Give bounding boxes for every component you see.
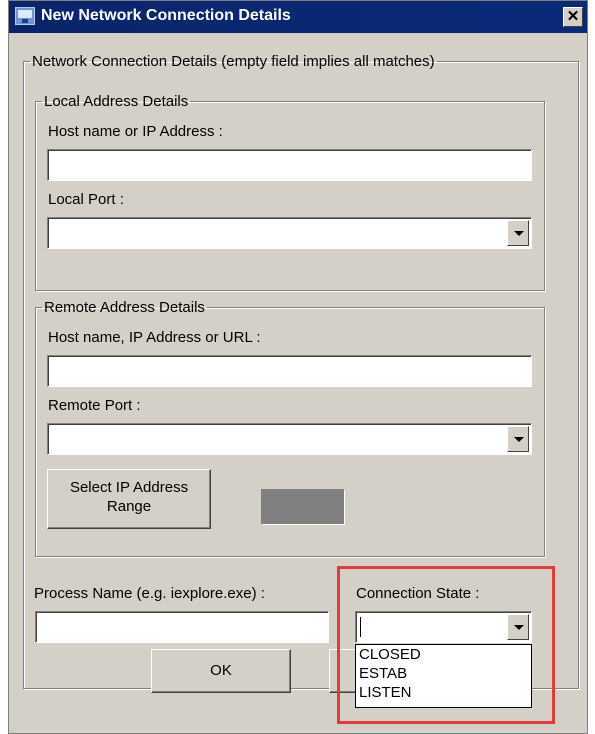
local-host-input[interactable] <box>47 149 532 181</box>
remote-port-combo[interactable] <box>47 423 532 455</box>
local-host-label: Host name or IP Address : <box>48 123 223 140</box>
network-monitor-icon <box>15 7 35 25</box>
chevron-down-icon <box>514 437 524 442</box>
local-port-dropdown-button[interactable] <box>507 220 529 246</box>
remote-port-label: Remote Port : <box>48 397 141 414</box>
remote-host-input[interactable] <box>47 355 532 387</box>
process-name-input[interactable] <box>35 611 329 643</box>
chevron-down-icon <box>514 231 524 236</box>
title-bar[interactable]: New Network Connection Details ✕ <box>9 1 587 33</box>
ip-range-color-swatch <box>261 489 345 525</box>
window-title: New Network Connection Details <box>41 7 291 24</box>
local-port-label: Local Port : <box>48 191 124 208</box>
highlight-box <box>337 566 555 724</box>
network-connection-details-legend: Network Connection Details (empty field … <box>32 53 435 70</box>
dialog-window: New Network Connection Details ✕ Network… <box>8 0 588 734</box>
remote-host-label: Host name, IP Address or URL : <box>48 329 261 346</box>
ok-button[interactable]: OK <box>151 649 291 693</box>
remote-address-legend: Remote Address Details <box>44 299 205 316</box>
select-ip-range-button[interactable]: Select IP Address Range <box>47 469 211 529</box>
local-address-legend: Local Address Details <box>44 93 189 110</box>
ok-button-label: OK <box>210 662 232 679</box>
process-name-label: Process Name (e.g. iexplore.exe) : <box>34 585 265 602</box>
select-ip-range-label-line1: Select IP Address <box>69 479 189 496</box>
remote-port-dropdown-button[interactable] <box>507 426 529 452</box>
local-port-combo[interactable] <box>47 217 532 249</box>
close-icon: ✕ <box>566 8 580 25</box>
close-button[interactable]: ✕ <box>563 7 583 27</box>
select-ip-range-label-line2: Range <box>106 498 152 515</box>
